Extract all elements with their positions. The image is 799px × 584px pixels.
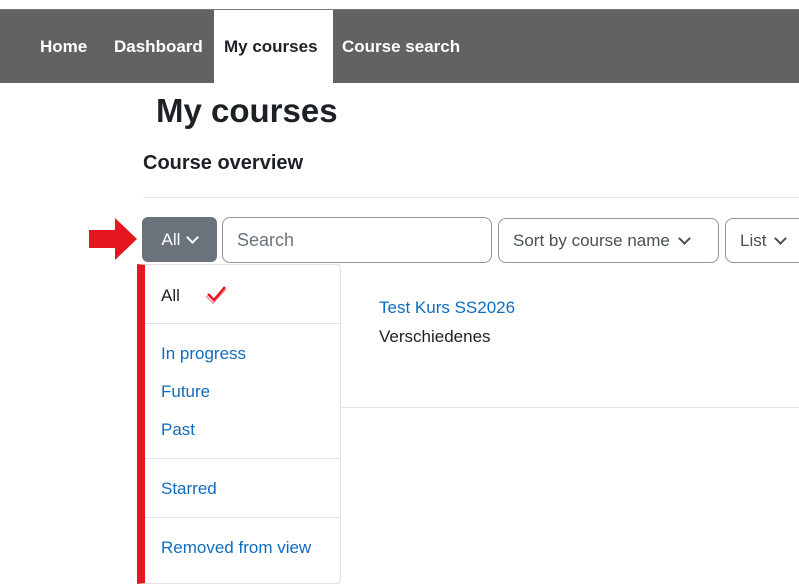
chevron-down-icon (677, 232, 691, 245)
nav-home[interactable]: Home (40, 10, 87, 83)
course-name-link[interactable]: Test Kurs SS2026 (379, 298, 515, 318)
divider (143, 197, 799, 198)
nav-my-courses[interactable]: My courses (214, 10, 333, 83)
dropdown-item-label: All (161, 286, 180, 305)
nav-course-search[interactable]: Course search (342, 10, 460, 83)
course-category: Verschiedenes (379, 327, 491, 346)
dropdown-item-all[interactable]: All (161, 286, 227, 306)
grouping-filter-label: All (161, 229, 181, 249)
dropdown-item-removed-from-view[interactable]: Removed from view (161, 538, 311, 558)
dropdown-item-past[interactable]: Past (161, 420, 195, 440)
dropdown-divider (145, 323, 341, 324)
dropdown-divider (145, 517, 341, 518)
chevron-down-icon (774, 232, 788, 245)
dropdown-item-future[interactable]: Future (161, 382, 210, 402)
grouping-dropdown-menu: All In progress Future Past Starred Remo… (137, 264, 341, 584)
dropdown-item-starred[interactable]: Starred (161, 479, 217, 499)
sort-dropdown[interactable]: Sort by course name (498, 218, 719, 263)
check-icon (205, 286, 227, 304)
annotation-arrow-icon (89, 218, 137, 260)
view-dropdown[interactable]: List (725, 218, 799, 263)
course-overview-heading: Course overview (143, 152, 304, 174)
dropdown-item-in-progress[interactable]: In progress (161, 344, 246, 364)
chevron-down-icon (186, 231, 200, 244)
dropdown-divider (145, 458, 341, 459)
sort-label: Sort by course name (513, 230, 670, 250)
primary-navigation: Home Dashboard My courses Course search (0, 9, 799, 83)
page-title: My courses (156, 92, 338, 129)
view-label: List (740, 230, 767, 250)
nav-dashboard[interactable]: Dashboard (114, 10, 203, 83)
divider (342, 407, 799, 408)
search-input[interactable] (222, 217, 492, 263)
grouping-filter-button[interactable]: All (142, 217, 217, 262)
